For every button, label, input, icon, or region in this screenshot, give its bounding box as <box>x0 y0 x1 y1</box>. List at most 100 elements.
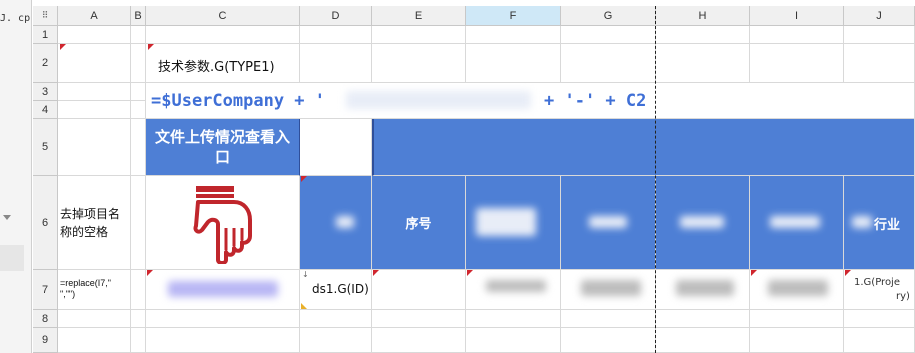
row-header-7[interactable]: 7 <box>33 270 58 310</box>
formula-suffix: + '-' + C2 <box>544 91 647 111</box>
row-header-2[interactable]: 2 <box>33 44 58 83</box>
cell-b2[interactable] <box>131 44 146 83</box>
cell-h7[interactable] <box>656 270 750 310</box>
row-header-5[interactable]: 5 <box>33 119 58 176</box>
cell-c8[interactable] <box>146 310 300 328</box>
cell-e1[interactable] <box>372 26 466 44</box>
row-header-3[interactable]: 3 <box>33 83 58 101</box>
expand-arrow-icon: ↓ <box>302 270 309 279</box>
cell-b4[interactable] <box>131 101 146 119</box>
cell-d9[interactable] <box>300 328 372 353</box>
column-header-c[interactable]: C <box>146 6 300 26</box>
cell-j2[interactable] <box>844 44 915 83</box>
cell-d1[interactable] <box>300 26 372 44</box>
cell-d7[interactable]: ↓ ds1.G(ID) <box>300 270 372 310</box>
cell-a1[interactable] <box>58 26 131 44</box>
cell-b7[interactable] <box>131 270 146 310</box>
cell-c2-text: 技术参数.G(TYPE1) <box>158 60 275 75</box>
cell-j9[interactable] <box>844 328 915 353</box>
cell-j8[interactable] <box>844 310 915 328</box>
cell-g2[interactable] <box>561 44 656 83</box>
column-header-b[interactable]: B <box>131 6 146 26</box>
cell-h9[interactable] <box>656 328 750 353</box>
cell-i9[interactable] <box>750 328 844 353</box>
comment-flag <box>467 270 473 276</box>
cell-j6-text: 行业 <box>874 218 901 233</box>
cell-f8[interactable] <box>466 310 561 328</box>
cell-e9[interactable] <box>372 328 466 353</box>
column-header-d[interactable]: D <box>300 6 372 26</box>
cell-j1[interactable] <box>844 26 915 44</box>
cell-a6-note[interactable]: 去掉项目名称的空格 <box>58 176 131 270</box>
cell-j7[interactable]: 1.G(Proje ry) <box>844 270 915 310</box>
cell-c6-hand-image[interactable] <box>146 176 300 270</box>
cell-a5[interactable] <box>58 119 131 176</box>
cell-i7[interactable] <box>750 270 844 310</box>
panel-selected-item[interactable] <box>0 245 24 271</box>
row-header-6[interactable]: 6 <box>33 176 58 270</box>
column-header-i[interactable]: I <box>750 6 844 26</box>
redacted-cell <box>676 280 734 296</box>
cell-c1[interactable] <box>146 26 300 44</box>
cell-a4[interactable] <box>58 101 131 119</box>
comment-flag <box>148 44 154 50</box>
column-header-g[interactable]: G <box>561 6 656 26</box>
select-all-corner[interactable]: ⠿ <box>33 6 58 26</box>
cell-f1[interactable] <box>466 26 561 44</box>
cell-a7-formula[interactable]: =replace(I7," ","") <box>58 270 131 310</box>
row-header-8[interactable]: 8 <box>33 310 58 328</box>
cell-f2[interactable] <box>466 44 561 83</box>
row-header-4[interactable]: 4 <box>33 101 58 119</box>
comment-flag <box>301 176 307 182</box>
collapse-triangle-icon[interactable] <box>3 215 11 220</box>
cell-j7-text-2: ry) <box>896 291 910 302</box>
column-header-j[interactable]: J <box>844 6 915 26</box>
cell-i1[interactable] <box>750 26 844 44</box>
cell-b6[interactable] <box>131 176 146 270</box>
redacted-header <box>476 208 536 236</box>
cell-h2[interactable] <box>656 44 750 83</box>
cell-j7-text: 1.G(Proje <box>854 277 900 288</box>
cell-e7[interactable] <box>372 270 466 310</box>
column-header-f[interactable]: F <box>466 6 561 26</box>
cell-i2[interactable] <box>750 44 844 83</box>
cell-d5[interactable] <box>300 119 372 176</box>
cell-b1[interactable] <box>131 26 146 44</box>
cell-d8[interactable] <box>300 310 372 328</box>
cell-g1[interactable] <box>561 26 656 44</box>
cell-g8[interactable] <box>561 310 656 328</box>
cell-c7[interactable] <box>146 270 300 310</box>
cell-g7[interactable] <box>561 270 656 310</box>
row-header-9[interactable]: 9 <box>33 328 58 353</box>
cell-d2[interactable] <box>300 44 372 83</box>
cell-g9[interactable] <box>561 328 656 353</box>
row-header-1[interactable]: 1 <box>33 26 58 44</box>
cell-b8[interactable] <box>131 310 146 328</box>
formula-prefix: =$UserCompany + ' <box>151 91 325 111</box>
cell-h8[interactable] <box>656 310 750 328</box>
left-panel: J. cp <box>0 0 32 353</box>
cell-b5[interactable] <box>131 119 146 176</box>
page-break-line <box>655 6 656 353</box>
cell-a3[interactable] <box>58 83 131 101</box>
column-header-h[interactable]: H <box>656 6 750 26</box>
cell-e8[interactable] <box>372 310 466 328</box>
cell-c3-merged-formula[interactable]: =$UserCompany + ' + '-' + C2 <box>146 83 915 119</box>
cell-c9[interactable] <box>146 328 300 353</box>
cell-g6-header <box>561 176 656 270</box>
cell-i8[interactable] <box>750 310 844 328</box>
comment-flag <box>373 270 379 276</box>
redacted-header <box>680 216 724 228</box>
column-header-a[interactable]: A <box>58 6 131 26</box>
cell-b9[interactable] <box>131 328 146 353</box>
cell-e2[interactable] <box>372 44 466 83</box>
column-header-e[interactable]: E <box>372 6 466 26</box>
cell-a9[interactable] <box>58 328 131 353</box>
cell-a8[interactable] <box>58 310 131 328</box>
cell-c2[interactable]: 技术参数.G(TYPE1) <box>146 44 300 83</box>
cell-b3[interactable] <box>131 83 146 101</box>
cell-h1[interactable] <box>656 26 750 44</box>
cell-a2[interactable] <box>58 44 131 83</box>
cell-f9[interactable] <box>466 328 561 353</box>
cell-f7[interactable] <box>466 270 561 310</box>
